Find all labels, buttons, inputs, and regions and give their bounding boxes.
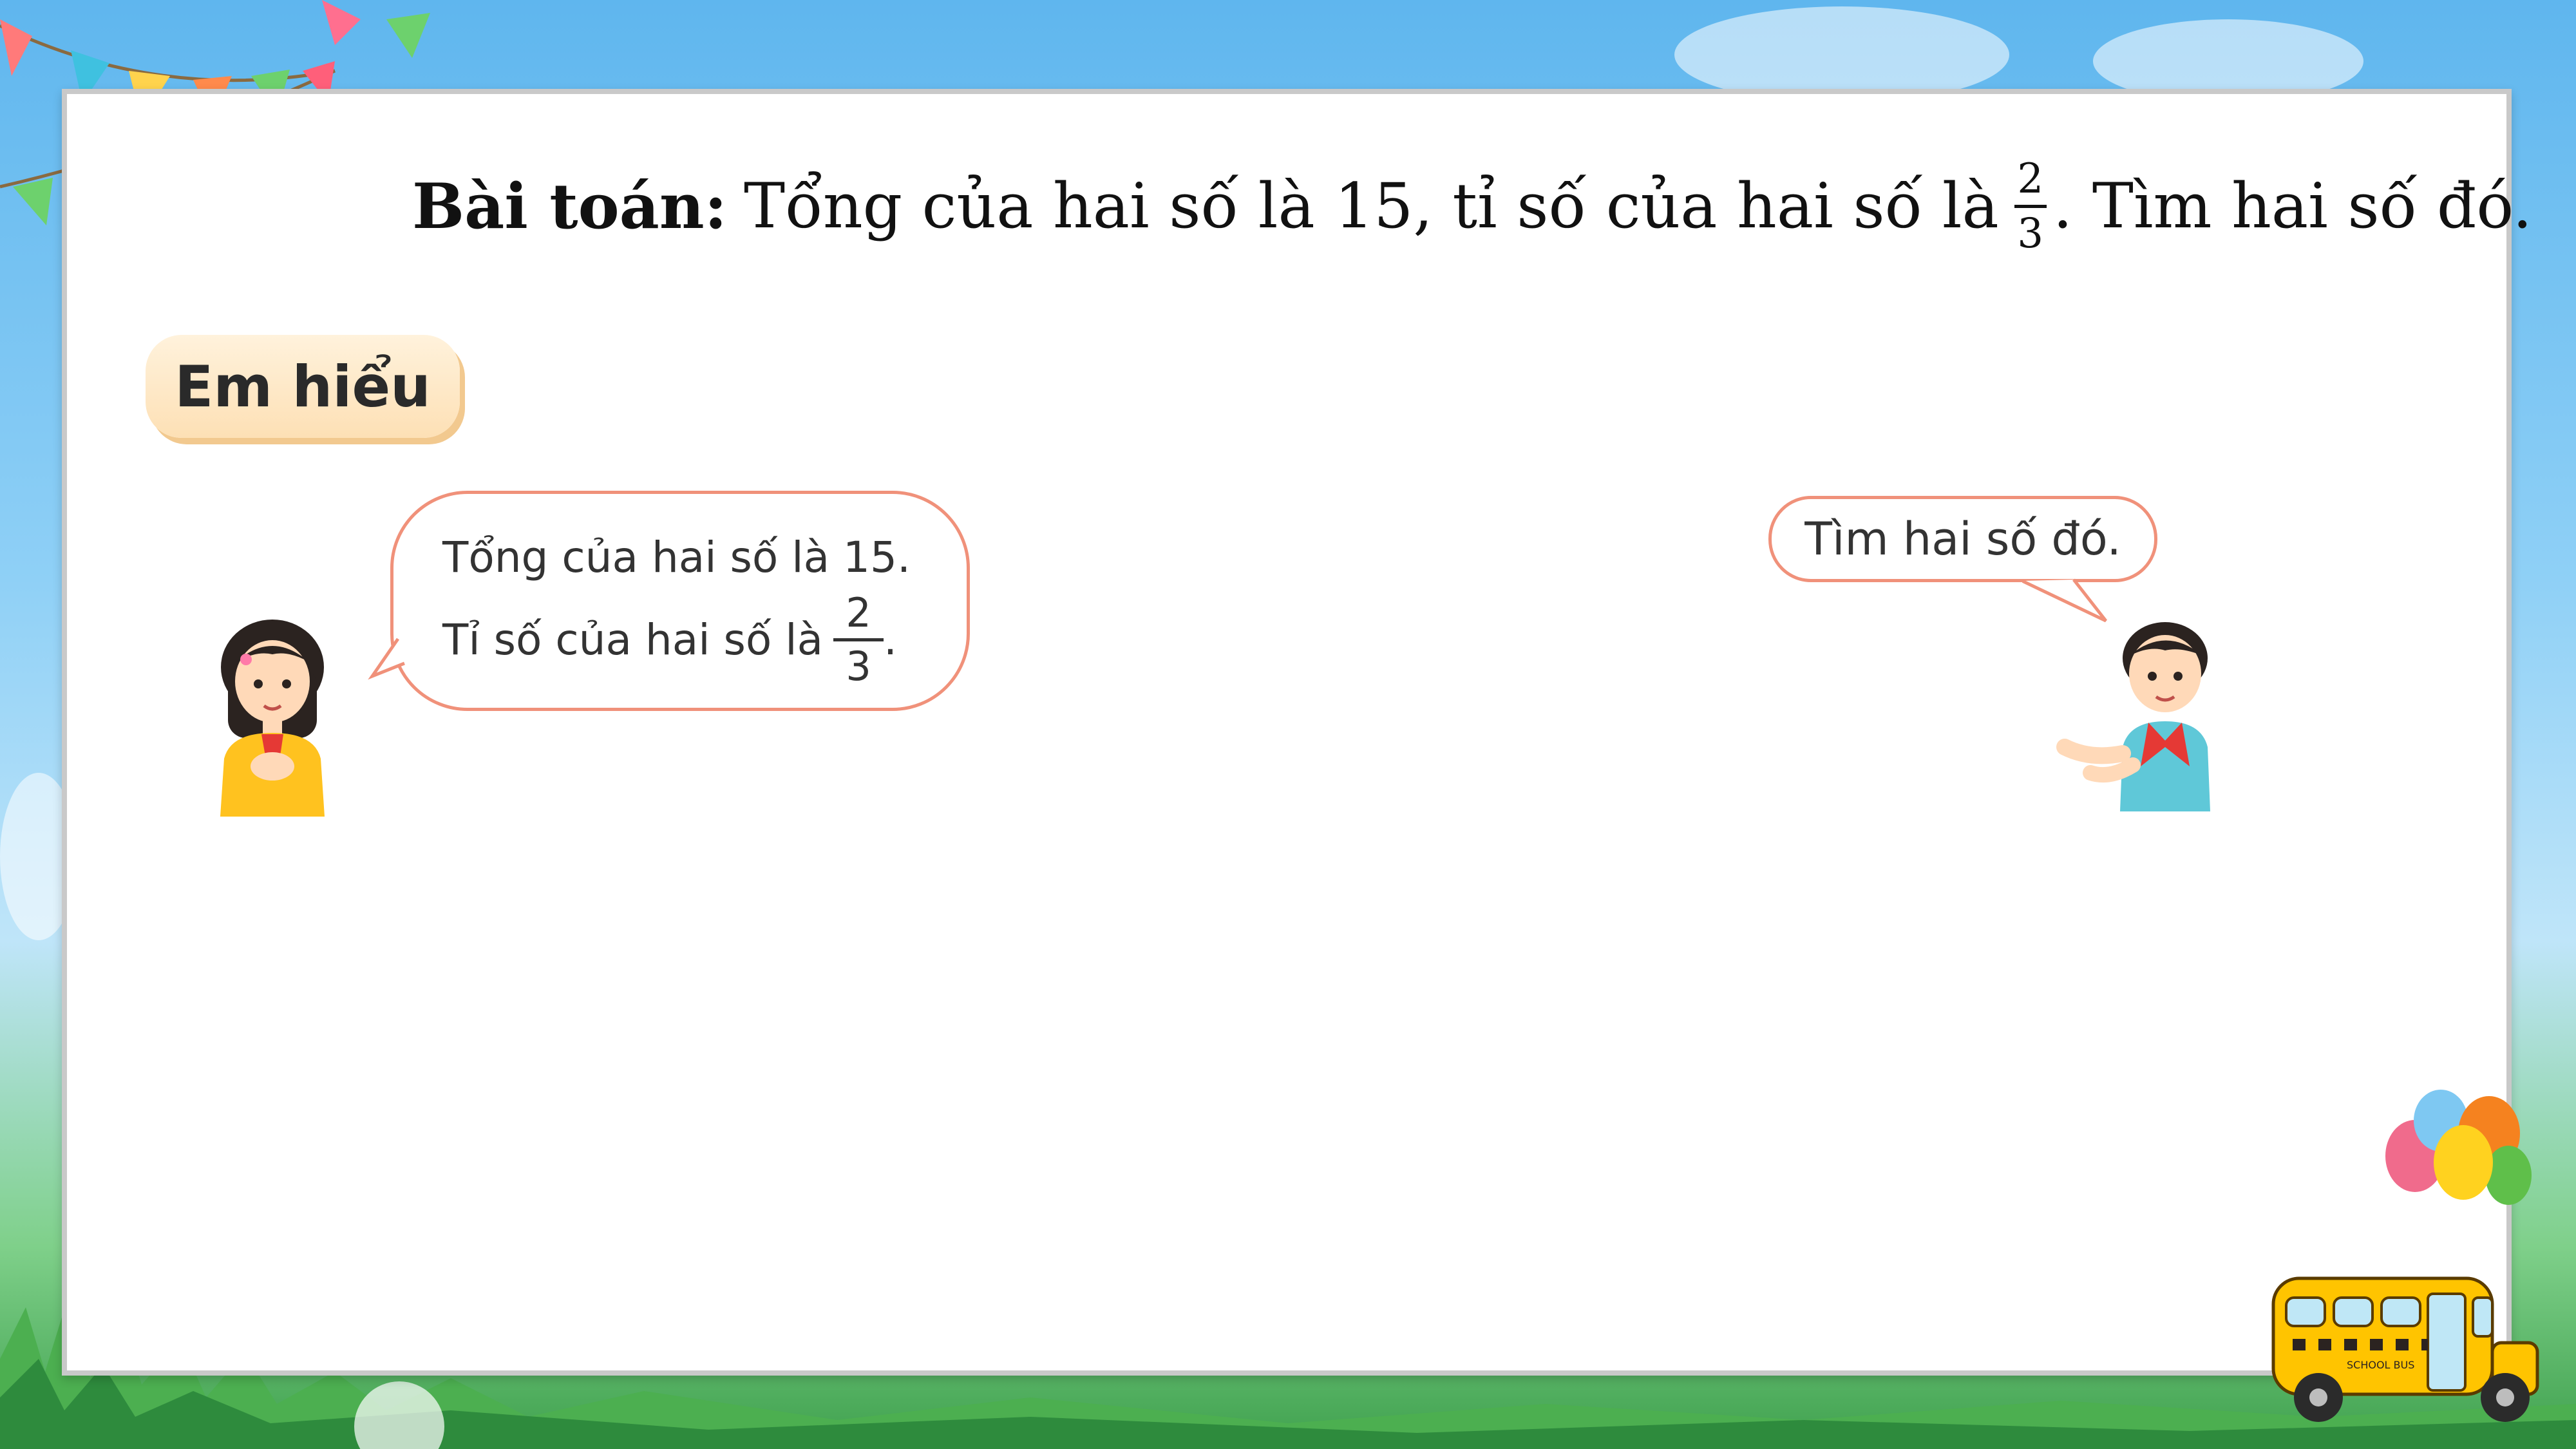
girl-speech-bubble: Tổng của hai số là 15. Tỉ số của hai số … <box>390 491 970 711</box>
problem-fraction: 2 3 <box>2014 158 2047 254</box>
bubble-text-end: . <box>884 614 898 665</box>
bubble-text: Tỉ số của hai số là <box>442 614 824 665</box>
fraction-numerator: 2 <box>846 589 871 636</box>
bubble-line-1: Tổng của hai số là 15. <box>442 516 967 598</box>
school-bus-decoration: SCHOOL BUS <box>2271 1276 2539 1422</box>
bubble-fraction: 2 3 <box>833 589 884 690</box>
problem-text-end: . Tìm hai số đó. <box>2052 170 2532 242</box>
bubble-line-2: Tỉ số của hai số là 2 3 . <box>442 592 967 686</box>
problem-statement: Bài toán: Tổng của hai số là 15, tỉ số c… <box>412 148 2532 264</box>
girl-bubble-tail <box>368 638 405 680</box>
fraction-denominator: 3 <box>2017 209 2044 258</box>
fraction-denominator: 3 <box>846 642 871 690</box>
girl-figure <box>220 620 325 817</box>
boy-speech-bubble: Tìm hai số đó. <box>1768 496 2157 582</box>
boy-figure <box>2056 622 2210 811</box>
fraction-numerator: 2 <box>2017 155 2044 203</box>
problem-text: Tổng của hai số là 15, tỉ số của hai số … <box>744 170 1999 242</box>
problem-label: Bài toán: <box>412 169 728 243</box>
bubble-text: Tổng của hai số là 15. <box>442 532 911 582</box>
fraction-bar <box>833 638 884 641</box>
bubble-text: Tìm hai số đó. <box>1804 513 2121 565</box>
fraction-bar <box>2014 204 2047 208</box>
balloons-decoration <box>2385 1090 2532 1289</box>
bus-label: SCHOOL BUS <box>2347 1359 2414 1371</box>
section-label-em-hieu: Em hiểu <box>146 335 460 438</box>
